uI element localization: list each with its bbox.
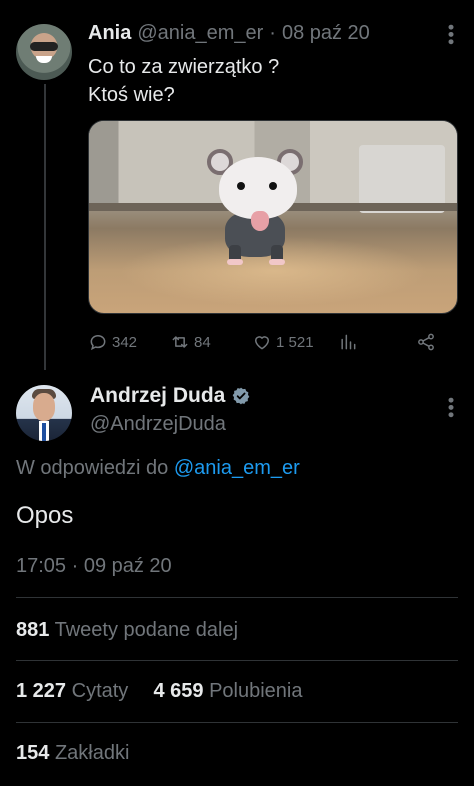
- possum-eye: [237, 182, 245, 190]
- possum-paw: [269, 259, 285, 265]
- retweet-count: 84: [194, 333, 211, 351]
- main-tweet-timestamp[interactable]: 17:05 · 09 paź 20: [16, 555, 172, 578]
- likes-count: 4 659: [153, 680, 204, 702]
- possum-image: [207, 149, 307, 279]
- parent-tweet-photo[interactable]: [88, 120, 458, 314]
- parent-date[interactable]: 08 paź 20: [282, 22, 370, 45]
- avatar-tie: [42, 423, 46, 441]
- views-button[interactable]: [338, 332, 358, 352]
- main-author-name[interactable]: Andrzej Duda: [90, 384, 225, 408]
- avatar-ania[interactable]: [16, 24, 72, 80]
- parent-tweet-header: Ania @ania_em_er · 08 paź 20: [88, 22, 370, 48]
- main-author-name-row: Andrzej Duda: [90, 384, 251, 408]
- verified-badge-icon[interactable]: [231, 386, 251, 406]
- parent-tweet-text: Co to za zwierzątko ? Ktoś wie?: [88, 53, 279, 109]
- possum-head: [219, 157, 297, 219]
- possum-eye: [269, 182, 277, 190]
- share-button[interactable]: [416, 332, 436, 352]
- reply-to-prefix: W odpowiedzi do: [16, 457, 169, 479]
- retweets-label: Tweety podane dalej: [54, 619, 239, 641]
- parent-text-line-1: Co to za zwierzątko ?: [88, 56, 280, 78]
- possum-nose: [251, 211, 269, 231]
- retweet-icon: [172, 336, 188, 348]
- retweet-button[interactable]: 84: [170, 332, 211, 352]
- quotes-count: 1 227: [16, 680, 67, 702]
- more-icon[interactable]: •••: [440, 24, 461, 46]
- like-button[interactable]: 1 521: [252, 332, 314, 352]
- possum-paw: [227, 259, 243, 265]
- thread-connector-line: [44, 84, 46, 370]
- avatar-smile: [36, 56, 52, 63]
- quotes-stat[interactable]: 1 227 Cytaty: [16, 680, 134, 702]
- main-tweet-text: Opos: [16, 502, 74, 529]
- divider: [16, 722, 458, 723]
- avatar-sunglasses: [30, 42, 58, 51]
- retweets-stat[interactable]: 881 Tweety podane dalej: [16, 619, 238, 642]
- parent-text-line-2: Ktoś wie?: [88, 84, 175, 106]
- likes-label: Polubienia: [209, 680, 303, 702]
- more-icon[interactable]: •••: [440, 397, 461, 419]
- bookmarks-count: 154: [16, 742, 50, 764]
- reply-count: 342: [112, 333, 138, 351]
- speech-bubble-icon: [90, 334, 106, 351]
- avatar-andrzej-duda[interactable]: [16, 385, 72, 441]
- parent-tweet-actions: 342 84 1 521: [88, 330, 458, 354]
- parent-separator: ·: [269, 22, 276, 44]
- bookmarks-label: Zakładki: [54, 742, 130, 764]
- divider: [16, 660, 458, 661]
- likes-stat[interactable]: 4 659 Polubienia: [153, 680, 302, 702]
- bar-chart-icon: [341, 334, 356, 350]
- bookmarks-stat[interactable]: 154 Zakładki: [16, 742, 129, 765]
- retweets-count: 881: [16, 619, 50, 641]
- quotes-likes-stats: 1 227 Cytaty 4 659 Polubienia: [16, 680, 302, 703]
- main-author-handle[interactable]: @AndrzejDuda: [90, 413, 226, 436]
- parent-author-handle[interactable]: @ania_em_er: [137, 22, 263, 45]
- heart-icon: [255, 336, 269, 350]
- reply-to-line: W odpowiedzi do @ania_em_er: [16, 457, 300, 480]
- divider: [16, 597, 458, 598]
- parent-author-name[interactable]: Ania: [88, 22, 131, 45]
- reply-to-handle-link[interactable]: @ania_em_er: [174, 457, 300, 479]
- quotes-label: Cytaty: [71, 680, 129, 702]
- reply-button[interactable]: 342: [88, 332, 137, 352]
- like-count: 1 521: [276, 333, 314, 351]
- avatar-face: [33, 393, 55, 421]
- share-icon: [418, 333, 434, 351]
